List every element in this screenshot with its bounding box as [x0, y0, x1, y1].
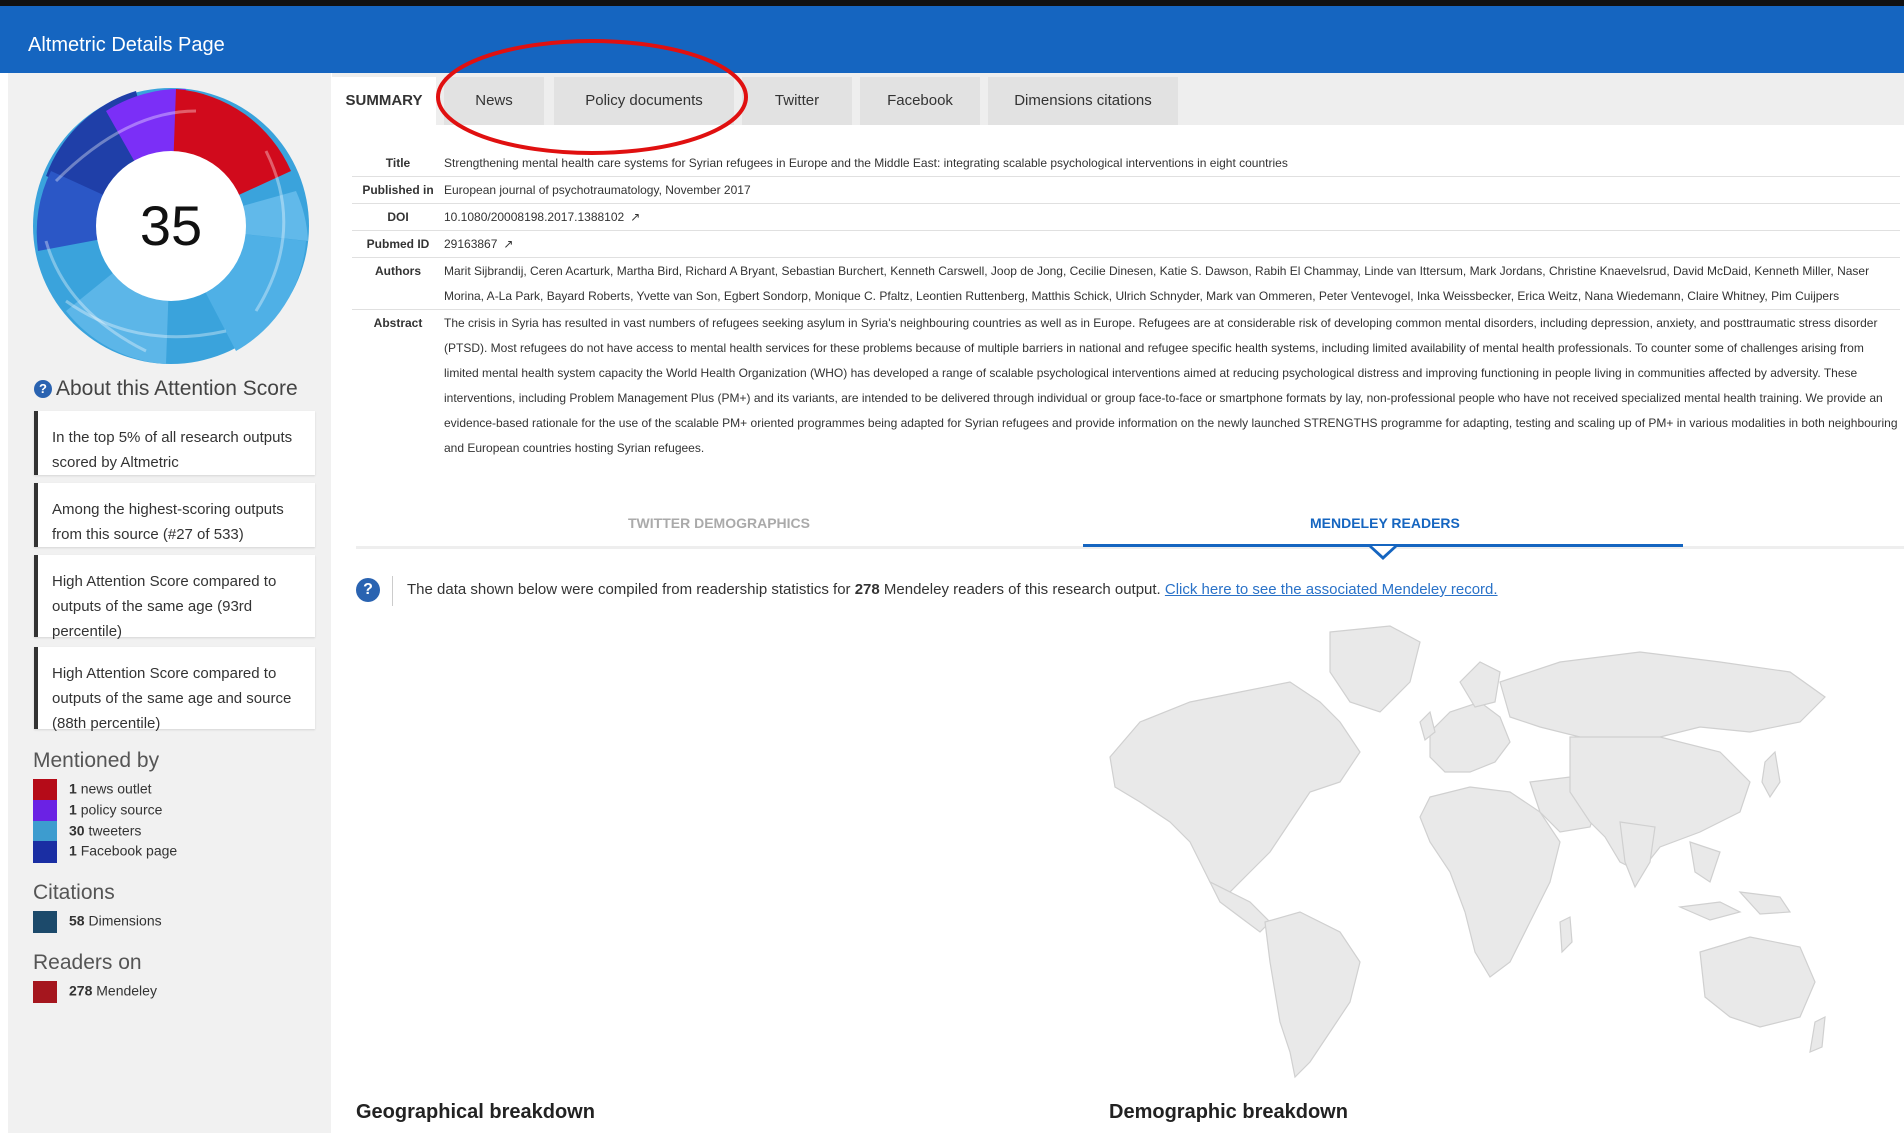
- app-title: Altmetric Details Page: [28, 34, 225, 56]
- reader-count: 278: [854, 581, 880, 598]
- count: 1: [69, 801, 77, 818]
- twitter-swatch: [33, 821, 57, 843]
- about-card: High Attention Score compared to outputs…: [34, 647, 315, 732]
- label: news outlet: [80, 780, 152, 797]
- detail-published: European journal of psychotraumatology, …: [444, 183, 751, 197]
- dimensions-swatch: [33, 911, 57, 933]
- detail-row-published: Published in European journal of psychot…: [352, 177, 1900, 204]
- detail-label: Authors: [375, 264, 421, 278]
- info-text-before: The data shown below were compiled from …: [407, 581, 855, 598]
- mention-twitter[interactable]: 30 tweeters: [33, 821, 141, 843]
- divider: [392, 576, 393, 606]
- pubmed-link[interactable]: 29163867: [444, 237, 497, 251]
- detail-row-title: Title Strengthening mental health care s…: [352, 150, 1900, 177]
- help-icon[interactable]: ?: [34, 380, 52, 398]
- tab-summary[interactable]: SUMMARY: [332, 77, 436, 125]
- detail-title: Strengthening mental health care systems…: [444, 156, 1288, 170]
- detail-label: DOI: [387, 210, 409, 224]
- citations-heading: Citations: [33, 881, 115, 904]
- mendeley-swatch: [33, 981, 57, 1003]
- news-swatch: [33, 779, 57, 801]
- tab-dimensions-citations[interactable]: Dimensions citations: [988, 77, 1178, 125]
- detail-abstract: The crisis in Syria has resulted in vast…: [444, 316, 1898, 455]
- count: 58: [69, 912, 85, 929]
- mentioned-by-heading: Mentioned by: [33, 749, 160, 772]
- detail-label: Abstract: [373, 316, 423, 330]
- annotation-ellipse: [436, 39, 748, 155]
- detail-row-authors: Authors Marit Sijbrandij, Ceren Acarturk…: [352, 258, 1900, 310]
- tab-twitter[interactable]: Twitter: [742, 77, 852, 125]
- label: tweeters: [88, 822, 142, 839]
- info-text-after: Mendeley readers of this research output…: [879, 581, 1165, 598]
- detail-label: Title: [385, 156, 411, 170]
- about-score-title: About this Attention Score: [56, 377, 298, 400]
- policy-swatch: [33, 800, 57, 822]
- citation-dimensions[interactable]: 58 Dimensions: [33, 911, 162, 933]
- info-text: The data shown below were compiled from …: [407, 581, 1498, 598]
- reader-mendeley[interactable]: 278 Mendeley: [33, 981, 157, 1003]
- external-link-icon[interactable]: ↗: [503, 232, 513, 257]
- demographic-breakdown-heading: Demographic breakdown: [1109, 1101, 1348, 1123]
- about-card: High Attention Score compared to outputs…: [34, 555, 315, 640]
- detail-row-pubmed: Pubmed ID 29163867 ↗: [352, 231, 1900, 258]
- about-text: Among the highest-scoring outputs from t…: [52, 501, 284, 543]
- tab-facebook[interactable]: Facebook: [860, 77, 980, 125]
- external-link-icon[interactable]: ↗: [630, 205, 640, 230]
- details-table: Title Strengthening mental health care s…: [352, 150, 1900, 461]
- detail-label: Pubmed ID: [366, 237, 430, 251]
- geo-breakdown-heading: Geographical breakdown: [356, 1101, 595, 1123]
- help-icon[interactable]: ?: [356, 578, 380, 602]
- label: Facebook page: [80, 842, 178, 859]
- doi-link[interactable]: 10.1080/20008198.2017.1388102: [444, 210, 624, 224]
- count: 30: [69, 822, 85, 839]
- mendeley-record-link[interactable]: Click here to see the associated Mendele…: [1165, 581, 1498, 598]
- facebook-swatch: [33, 841, 57, 863]
- label: Mendeley: [96, 982, 157, 999]
- subtab-mendeley-readers[interactable]: MENDELEY READERS: [1310, 515, 1460, 531]
- sidebar: 35 ? About this Attention Score In the to…: [8, 73, 331, 1133]
- about-text: In the top 5% of all research outputs sc…: [52, 429, 293, 471]
- about-card: In the top 5% of all research outputs sc…: [34, 411, 315, 475]
- mention-facebook[interactable]: 1 Facebook page: [33, 841, 177, 863]
- subtab-bar: TWITTER DEMOGRAPHICS MENDELEY READERS: [356, 505, 1904, 549]
- label: policy source: [80, 801, 163, 818]
- mendeley-info: ? The data shown below were compiled fro…: [356, 576, 1896, 606]
- header-bar: Altmetric Details Page: [0, 0, 1904, 73]
- about-text: High Attention Score compared to outputs…: [52, 665, 292, 732]
- count: 1: [69, 780, 77, 797]
- mention-news[interactable]: 1 news outlet: [33, 779, 152, 801]
- mention-policy[interactable]: 1 policy source: [33, 800, 162, 822]
- detail-label: Published in: [362, 183, 434, 197]
- about-card: Among the highest-scoring outputs from t…: [34, 483, 315, 547]
- readers-heading: Readers on: [33, 951, 142, 974]
- caret-inner: [1372, 546, 1394, 556]
- count: 1: [69, 842, 77, 859]
- detail-doi-cell: 10.1080/20008198.2017.1388102 ↗: [444, 204, 1900, 230]
- about-score-heading[interactable]: ? About this Attention Score: [34, 377, 298, 401]
- detail-row-abstract: Abstract The crisis in Syria has resulte…: [352, 310, 1900, 461]
- subtab-twitter-demographics[interactable]: TWITTER DEMOGRAPHICS: [628, 515, 810, 531]
- detail-row-doi: DOI 10.1080/20008198.2017.1388102 ↗: [352, 204, 1900, 231]
- label: Dimensions: [88, 912, 162, 929]
- attention-score: 35: [139, 194, 203, 257]
- count: 278: [69, 982, 93, 999]
- world-map: [1109, 625, 1826, 1079]
- detail-pubmed-cell: 29163867 ↗: [444, 231, 1900, 257]
- detail-authors: Marit Sijbrandij, Ceren Acarturk, Martha…: [444, 264, 1870, 303]
- about-text: High Attention Score compared to outputs…: [52, 573, 277, 640]
